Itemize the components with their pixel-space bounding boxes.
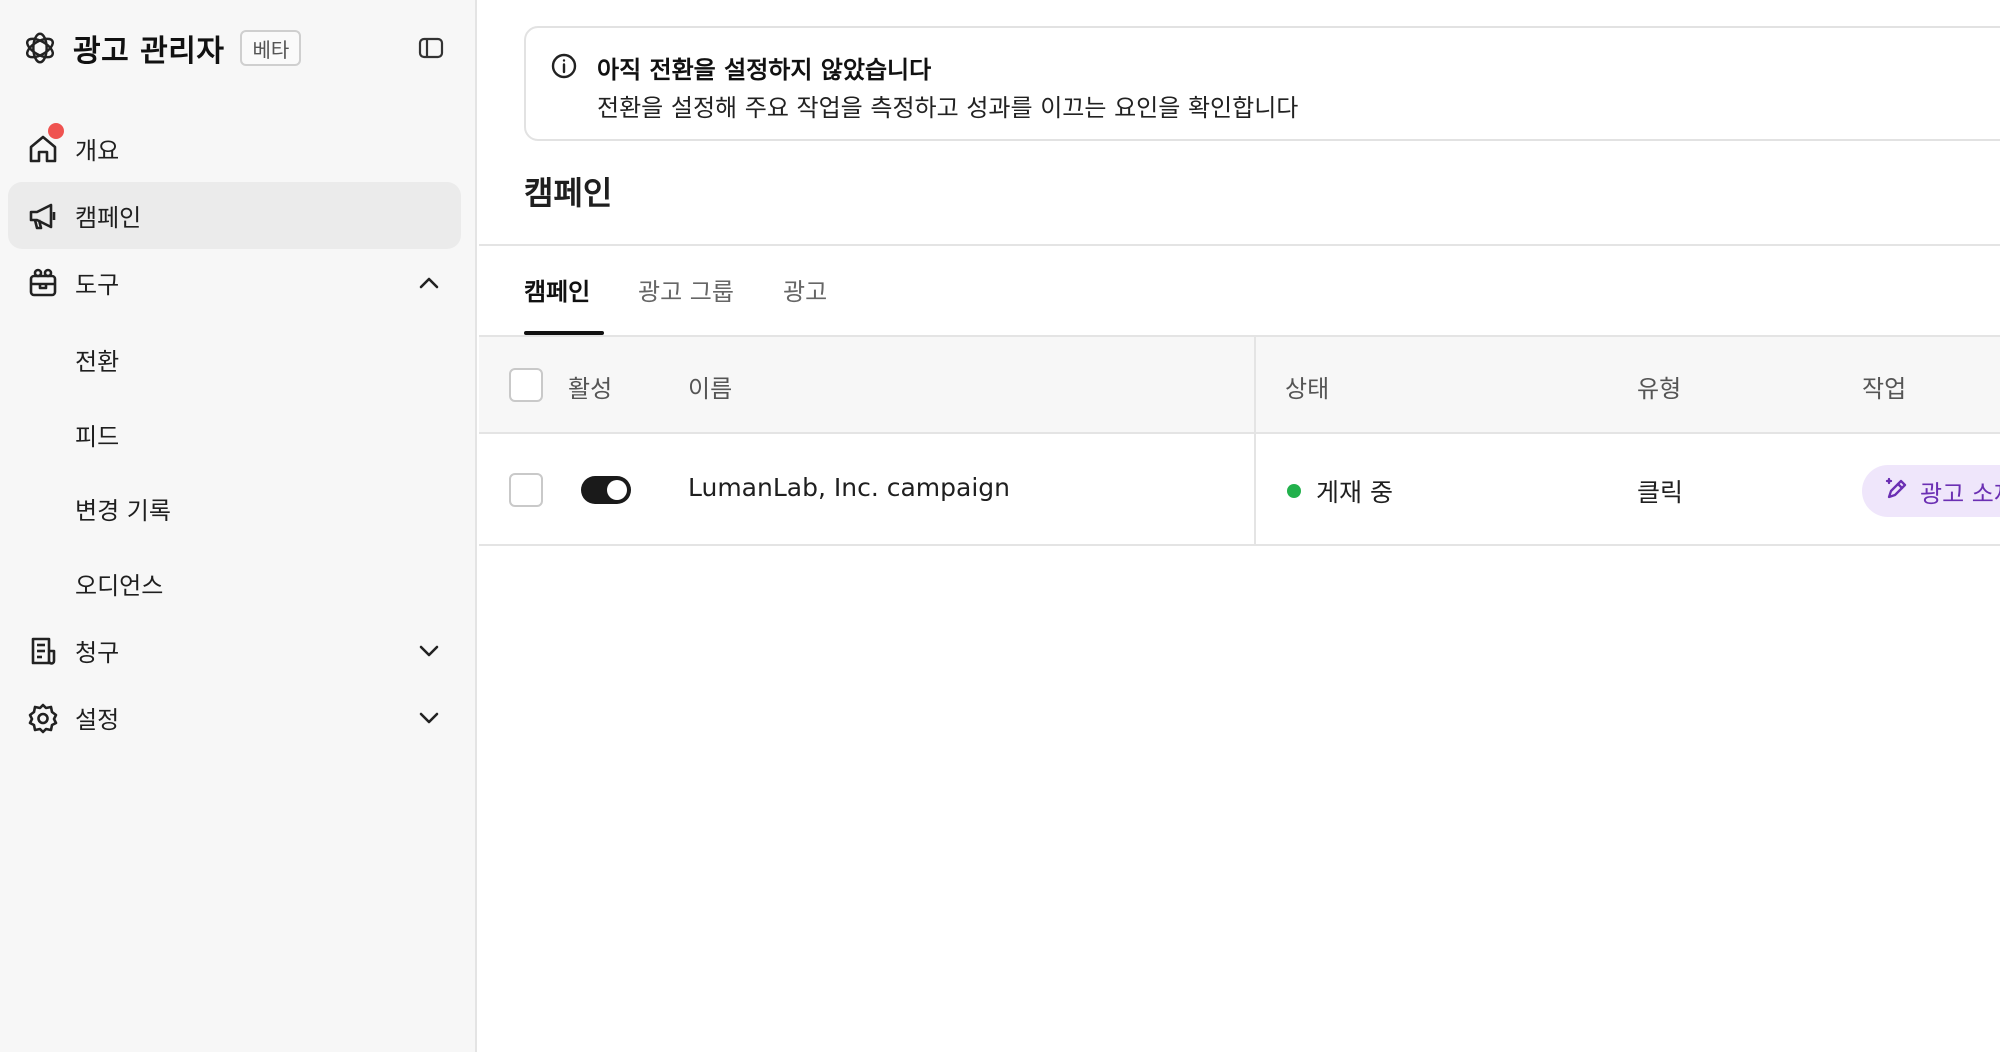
- table-header: 활성 이름 상태 유형 작업: [479, 337, 2000, 434]
- campaign-status: 게재 중: [1316, 478, 1393, 507]
- receipt-icon: [26, 634, 60, 668]
- sidebar-subitem-feeds[interactable]: 피드: [75, 417, 119, 452]
- select-all-checkbox[interactable]: [509, 368, 543, 402]
- banner-text: 전환을 설정해 주요 작업을 측정하고 성과를 이끄는 요인을 확인합니다: [597, 94, 1299, 122]
- sidebar-item-label: 청구: [75, 639, 120, 667]
- toolbox-icon: [26, 266, 60, 300]
- sidebar-item-campaigns[interactable]: 캠페인: [8, 182, 461, 249]
- table-row[interactable]: LumanLab, Inc. campaign 게재 중 클릭 광고 소재: [479, 434, 2000, 546]
- ad-creative-button[interactable]: 광고 소재: [1862, 465, 2000, 517]
- column-divider: [1254, 337, 1256, 546]
- sidebar: 광고 관리자 베타 개요 캠페인 도구 전환 피드 변경 기록 오디언스 청구 …: [0, 0, 477, 1052]
- active-toggle[interactable]: [581, 476, 631, 504]
- page-title: 캠페인: [524, 174, 613, 212]
- sidebar-item-tools[interactable]: 도구: [8, 249, 461, 316]
- chevron-down-icon[interactable]: [416, 638, 442, 664]
- sidebar-item-label: 설정: [75, 706, 120, 734]
- campaign-name[interactable]: LumanLab, Inc. campaign: [688, 473, 1010, 502]
- sidebar-subitem-change-history[interactable]: 변경 기록: [75, 491, 171, 526]
- toggle-knob: [607, 480, 627, 500]
- row-checkbox[interactable]: [509, 473, 543, 507]
- column-header-name[interactable]: 이름: [688, 369, 732, 404]
- sidebar-item-billing[interactable]: 청구: [8, 617, 461, 684]
- chevron-up-icon[interactable]: [416, 270, 442, 296]
- status-live-dot: [1287, 484, 1301, 498]
- megaphone-icon: [26, 199, 60, 233]
- sidebar-item-overview[interactable]: 개요: [8, 115, 461, 182]
- sidebar-item-settings[interactable]: 설정: [8, 684, 461, 751]
- tab-ad-groups[interactable]: 광고 그룹: [638, 272, 734, 307]
- sidebar-toggle-icon[interactable]: [417, 34, 445, 62]
- sidebar-item-label: 캠페인: [75, 204, 142, 232]
- brand: 광고 관리자 베타: [20, 24, 302, 72]
- banner-title: 아직 전환을 설정하지 않았습니다: [597, 56, 932, 84]
- divider: [479, 244, 2000, 246]
- sidebar-subitem-conversions[interactable]: 전환: [75, 342, 119, 377]
- app-title: 광고 관리자: [73, 34, 225, 69]
- sidebar-item-label: 도구: [75, 271, 120, 299]
- tab-campaigns[interactable]: 캠페인: [524, 272, 590, 307]
- campaign-type: 클릭: [1637, 478, 1684, 507]
- column-header-type[interactable]: 유형: [1637, 369, 1681, 404]
- notification-dot: [48, 123, 64, 139]
- info-icon: [550, 52, 578, 80]
- column-header-active[interactable]: 활성: [568, 369, 612, 404]
- pencil-sparkle-icon: [1884, 476, 1910, 506]
- tab-ads[interactable]: 광고: [783, 272, 827, 307]
- main-content: 아직 전환을 설정하지 않았습니다 전환을 설정해 주요 작업을 측정하고 성과…: [479, 0, 2000, 1052]
- beta-badge: 베타: [240, 30, 302, 66]
- gear-icon: [26, 701, 60, 735]
- ad-creative-label: 광고 소재: [1920, 479, 2000, 508]
- app-root: 광고 관리자 베타 개요 캠페인 도구 전환 피드 변경 기록 오디언스 청구 …: [0, 0, 2000, 1052]
- conversion-banner: 아직 전환을 설정하지 않았습니다 전환을 설정해 주요 작업을 측정하고 성과…: [524, 26, 2000, 141]
- logo-icon: [20, 28, 60, 68]
- chevron-down-icon[interactable]: [416, 705, 442, 731]
- column-header-status[interactable]: 상태: [1285, 369, 1329, 404]
- sidebar-subitem-audiences[interactable]: 오디언스: [75, 566, 163, 601]
- sidebar-item-label: 개요: [75, 137, 120, 165]
- column-header-actions[interactable]: 작업: [1862, 369, 1906, 404]
